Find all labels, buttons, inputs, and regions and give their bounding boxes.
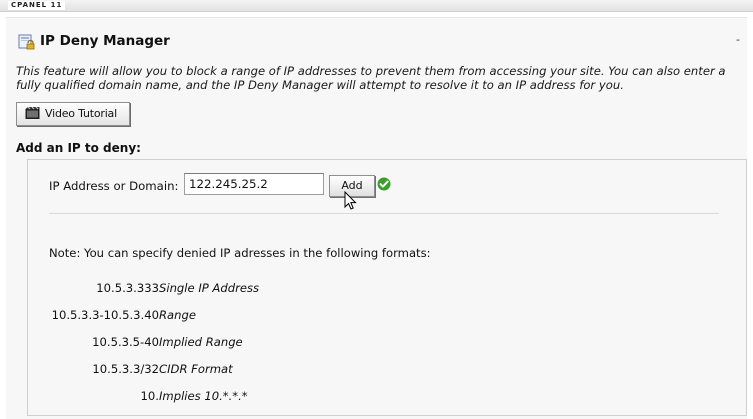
video-tutorial-button[interactable]: Video Tutorial	[16, 102, 130, 126]
mouse-cursor-icon	[344, 191, 357, 210]
section-heading: Add an IP to deny:	[16, 141, 141, 155]
top-bar: CPANEL 11	[0, 0, 753, 12]
format-description: Implies 10.*.*.*	[159, 389, 248, 403]
page-description: This feature will allow you to block a r…	[16, 64, 726, 92]
video-tutorial-label: Video Tutorial	[45, 107, 117, 120]
ip-address-input[interactable]	[184, 173, 324, 195]
form-divider	[49, 213, 719, 214]
format-note: Note: You can specify denied IP adresses…	[49, 246, 431, 260]
format-description: CIDR Format	[159, 362, 233, 376]
format-address: 10.5.3.5-40	[92, 335, 159, 349]
page-title: IP Deny Manager	[40, 33, 170, 49]
film-icon	[25, 107, 40, 119]
check-icon	[377, 177, 391, 191]
format-description: Range	[159, 308, 197, 322]
format-description: Implied Range	[159, 335, 243, 349]
format-address: 10.5.3.3-10.5.3.40	[51, 308, 159, 322]
format-address: 10.	[140, 389, 159, 403]
format-address: 10.5.3.3/32	[92, 362, 159, 376]
format-description: Single IP Address	[159, 281, 260, 295]
deny-form-box: IP Address or Domain: Add Note: You can …	[27, 159, 747, 416]
brand-label: CPANEL 11	[8, 1, 66, 10]
collapse-toggle[interactable]: -	[736, 34, 740, 45]
format-address: 10.5.3.333	[96, 281, 159, 295]
ip-deny-lock-icon	[18, 34, 35, 50]
ip-field-label: IP Address or Domain:	[49, 179, 179, 193]
main-panel: - IP Deny Manager This feature will allo…	[6, 17, 747, 419]
